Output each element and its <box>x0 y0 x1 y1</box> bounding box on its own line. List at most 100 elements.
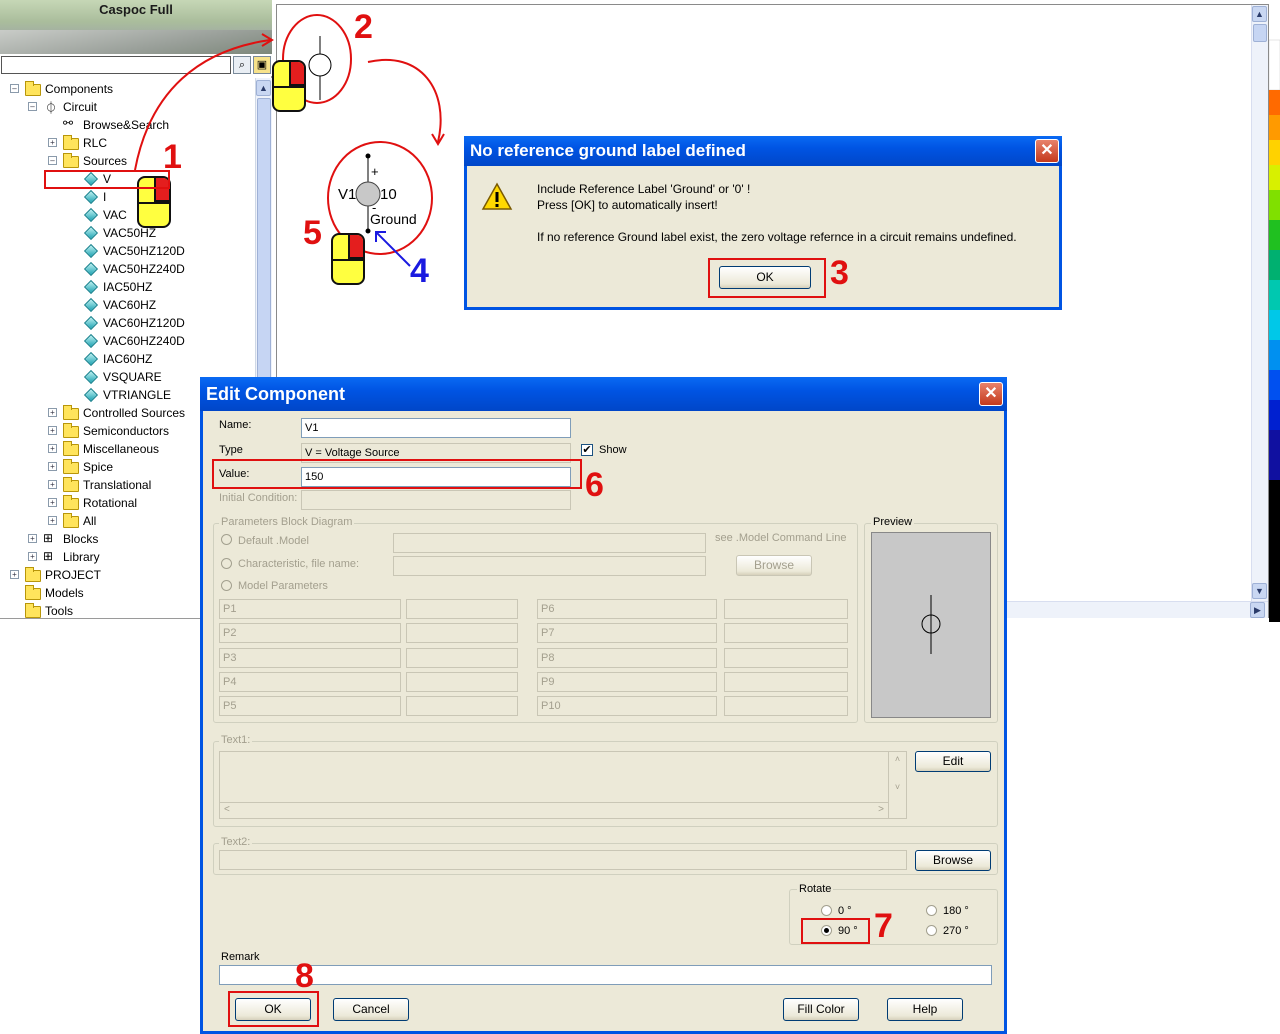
tree-item[interactable]: VAC60HZ120D <box>103 314 185 332</box>
rotate-180-radio[interactable] <box>926 905 937 916</box>
param-field-p4 <box>406 672 518 692</box>
tree-item[interactable]: Rotational <box>83 494 137 512</box>
canvas-scroll-thumb[interactable] <box>1253 24 1267 42</box>
circuit-icon: ⏀ <box>45 101 58 115</box>
rotate-270-radio[interactable] <box>926 925 937 936</box>
tree-expander-icon[interactable]: + <box>10 570 19 579</box>
param-field-p6 <box>724 599 848 619</box>
tree-item[interactable]: Translational <box>83 476 151 494</box>
param-label-p3: P3 <box>219 648 401 668</box>
tree-item[interactable]: VTRIANGLE <box>103 386 171 404</box>
param-field-p2 <box>406 623 518 643</box>
remark-field[interactable] <box>219 965 992 985</box>
tree-item[interactable]: Controlled Sources <box>83 404 185 422</box>
show-checkbox[interactable]: ✔ <box>581 444 593 456</box>
mouse-right-click-icon-2 <box>272 60 306 112</box>
step-number-7: 7 <box>874 907 893 945</box>
folder-icon <box>63 441 79 456</box>
tree-item[interactable]: Models <box>45 584 84 602</box>
tree-item[interactable]: VAC50HZ240D <box>103 260 185 278</box>
component-icon <box>83 189 99 205</box>
scroll-down-icon[interactable]: ▼ <box>1252 583 1267 599</box>
tree-item[interactable]: Miscellaneous <box>83 440 159 458</box>
tree-item[interactable]: PROJECT <box>45 566 101 584</box>
tree-expander-icon[interactable]: + <box>48 516 57 525</box>
tree-item[interactable]: Circuit <box>63 98 97 116</box>
see-model-label: see .Model Command Line <box>715 532 847 544</box>
initial-condition-label: Initial Condition: <box>219 492 298 504</box>
tree-expander-icon[interactable]: + <box>28 534 37 543</box>
model-parameters-label: Model Parameters <box>238 580 328 592</box>
folder-icon <box>63 495 79 510</box>
tree-item[interactable]: RLC <box>83 134 107 152</box>
rotate-label: Rotate <box>797 883 834 895</box>
component-icon <box>83 351 99 367</box>
name-field[interactable]: V1 <box>301 418 571 438</box>
mouse-right-click-icon-5 <box>331 233 365 285</box>
warning-message-line3: If no reference Ground label exist, the … <box>537 230 1017 244</box>
ground-label: Ground <box>370 211 417 227</box>
scroll-right-icon[interactable]: ▶ <box>1250 602 1265 618</box>
folder-icon <box>63 459 79 474</box>
warning-icon <box>481 182 513 210</box>
tree-expander-icon[interactable]: + <box>48 138 57 147</box>
cancel-button[interactable]: Cancel <box>333 998 409 1021</box>
binoculars-icon: ⚯ <box>63 116 74 130</box>
folder-icon <box>25 567 41 582</box>
folder-icon <box>63 153 79 168</box>
param-label-p10: P10 <box>537 696 717 716</box>
fill-color-button[interactable]: Fill Color <box>783 998 859 1021</box>
tree-item[interactable]: Blocks <box>63 530 98 548</box>
folder-icon <box>25 81 41 96</box>
preview-label: Preview <box>871 516 915 528</box>
tree-expander-icon[interactable]: + <box>48 444 57 453</box>
rotate-0-radio[interactable] <box>821 905 832 916</box>
text1-area: < > ˄ ˅ <box>219 751 907 819</box>
tree-expander-icon[interactable]: + <box>28 552 37 561</box>
tree-expander-icon[interactable]: – <box>10 84 19 93</box>
edit-text-button[interactable]: Edit <box>915 751 991 772</box>
tree-item[interactable]: VAC50HZ120D <box>103 242 185 260</box>
param-field-p5 <box>406 696 518 716</box>
step-number-1: 1 <box>163 138 182 176</box>
tree-item[interactable]: Semiconductors <box>83 422 169 440</box>
tree-expander-icon[interactable]: + <box>48 462 57 471</box>
tree-item[interactable]: IAC60HZ <box>103 350 152 368</box>
tree-item[interactable]: VSQUARE <box>103 368 162 386</box>
characteristic-field <box>393 556 706 576</box>
type-label: Type <box>219 444 243 456</box>
tree-item[interactable]: IAC50HZ <box>103 278 152 296</box>
tree-item[interactable]: Spice <box>83 458 113 476</box>
tree-expander-icon[interactable]: + <box>48 426 57 435</box>
component-icon <box>83 315 99 331</box>
text2-field <box>219 850 907 870</box>
canvas-vertical-scrollbar[interactable]: ▲ ▼ <box>1251 5 1268 602</box>
tree-expander-icon[interactable]: + <box>48 498 57 507</box>
default-model-label: Default .Model <box>238 535 309 547</box>
tree-item[interactable]: Library <box>63 548 100 566</box>
tree-expander-icon[interactable]: + <box>48 480 57 489</box>
edit-close-button[interactable]: ✕ <box>979 382 1003 406</box>
help-button[interactable]: Help <box>887 998 963 1021</box>
param-label-p9: P9 <box>537 672 717 692</box>
tree-item[interactable]: Components <box>45 80 113 98</box>
tree-expander-icon[interactable]: + <box>48 408 57 417</box>
tree-item[interactable]: VAC <box>103 206 127 224</box>
scroll-up-icon[interactable]: ▲ <box>1252 6 1267 22</box>
blocks-icon: ⊞ <box>43 549 54 563</box>
tree-item[interactable]: Tools <box>45 602 73 618</box>
tree-item[interactable]: VAC60HZ240D <box>103 332 185 350</box>
tree-expander-icon[interactable]: – <box>28 102 37 111</box>
tree-expander-icon[interactable]: – <box>48 156 57 165</box>
browse-text2-button[interactable]: Browse <box>915 850 991 871</box>
param-field-p1 <box>406 599 518 619</box>
tree-item[interactable]: VAC60HZ <box>103 296 156 314</box>
folder-icon <box>25 585 41 600</box>
tree-item[interactable]: All <box>83 512 96 530</box>
tree-item[interactable]: I <box>103 188 106 206</box>
param-label-p8: P8 <box>537 648 717 668</box>
param-label-p1: P1 <box>219 599 401 619</box>
model-parameters-radio <box>221 580 232 591</box>
param-field-p3 <box>406 648 518 668</box>
warning-close-button[interactable]: ✕ <box>1035 139 1059 163</box>
